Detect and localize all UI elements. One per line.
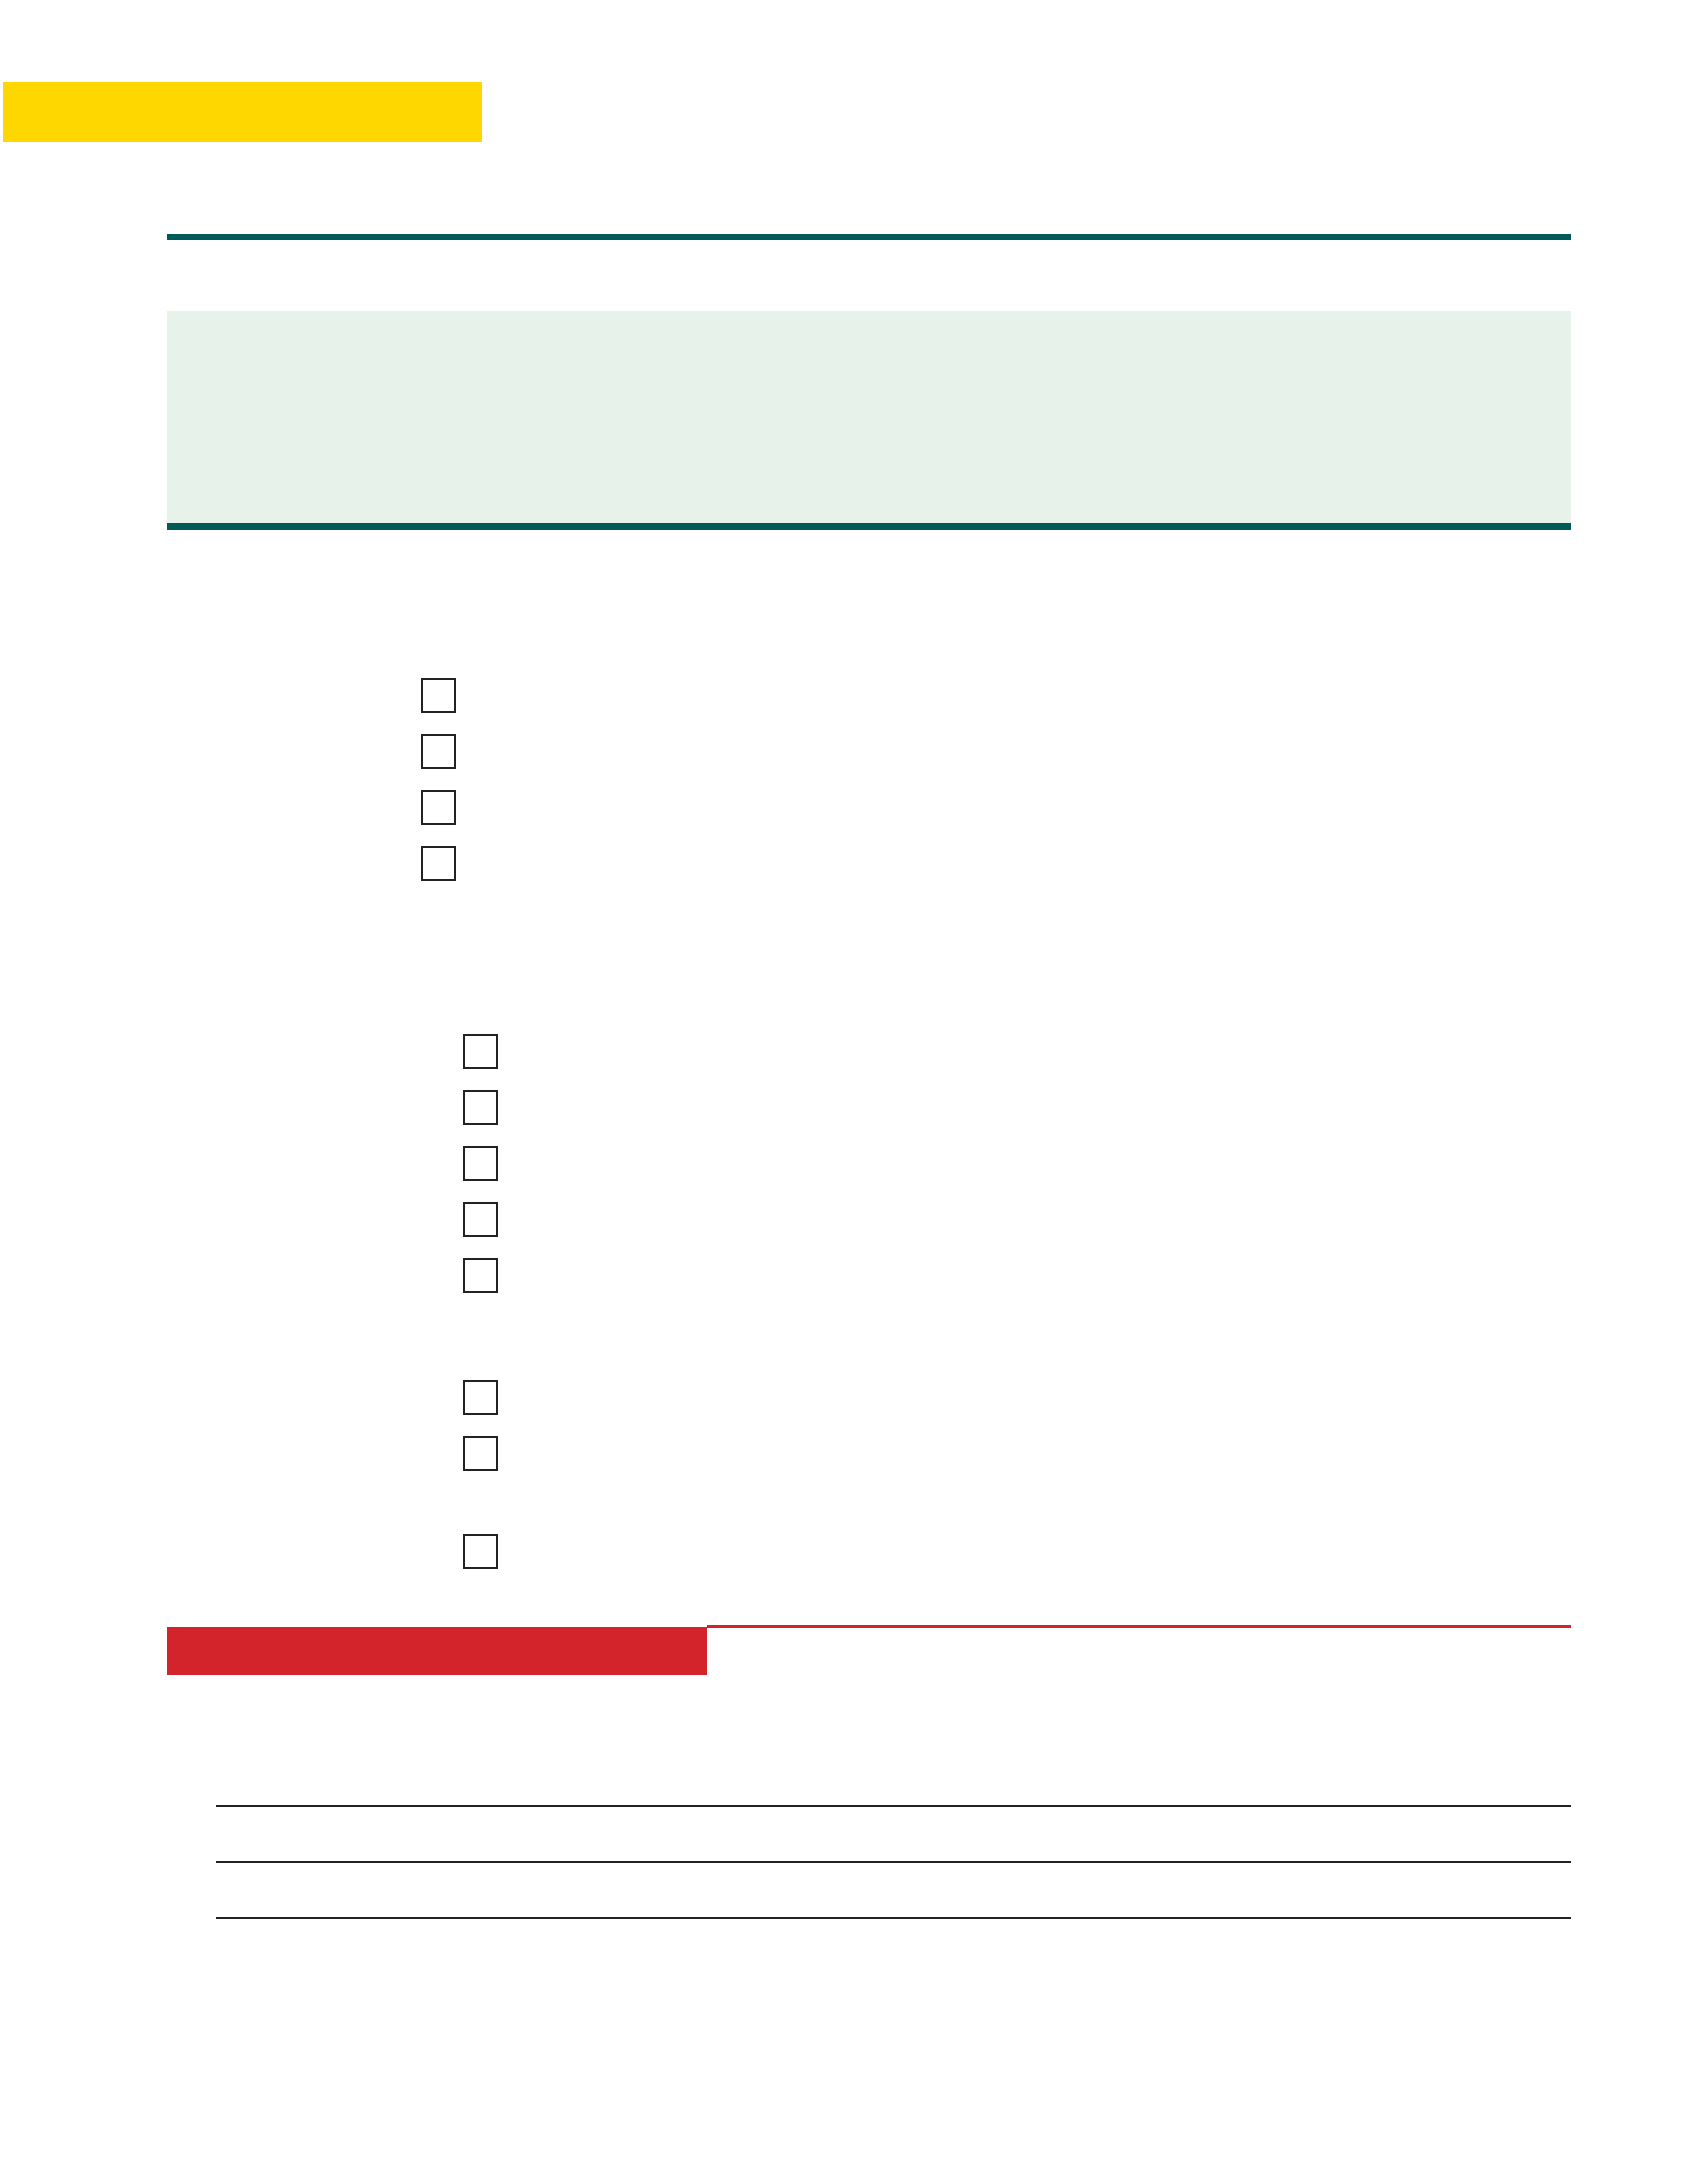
checkbox[interactable] (463, 1534, 498, 1569)
checkbox[interactable] (421, 790, 456, 825)
checkbox[interactable] (463, 1436, 498, 1471)
checkbox[interactable] (421, 678, 456, 713)
answer-line[interactable] (216, 1917, 1571, 1919)
checkbox[interactable] (463, 1258, 498, 1293)
answer-line[interactable] (216, 1805, 1571, 1807)
intro-top-rule (167, 234, 1571, 240)
section-label-bar (167, 1627, 707, 1675)
checkbox[interactable] (463, 1090, 498, 1125)
checkbox[interactable] (421, 734, 456, 769)
checkbox[interactable] (463, 1202, 498, 1237)
answer-line[interactable] (216, 1861, 1571, 1863)
section-rule (707, 1625, 1571, 1628)
intro-box (167, 311, 1571, 523)
checkbox[interactable] (463, 1380, 498, 1415)
intro-bottom-rule (167, 523, 1571, 530)
checkbox[interactable] (463, 1034, 498, 1069)
checkbox[interactable] (421, 846, 456, 881)
header-tab (3, 82, 482, 142)
checkbox[interactable] (463, 1146, 498, 1181)
